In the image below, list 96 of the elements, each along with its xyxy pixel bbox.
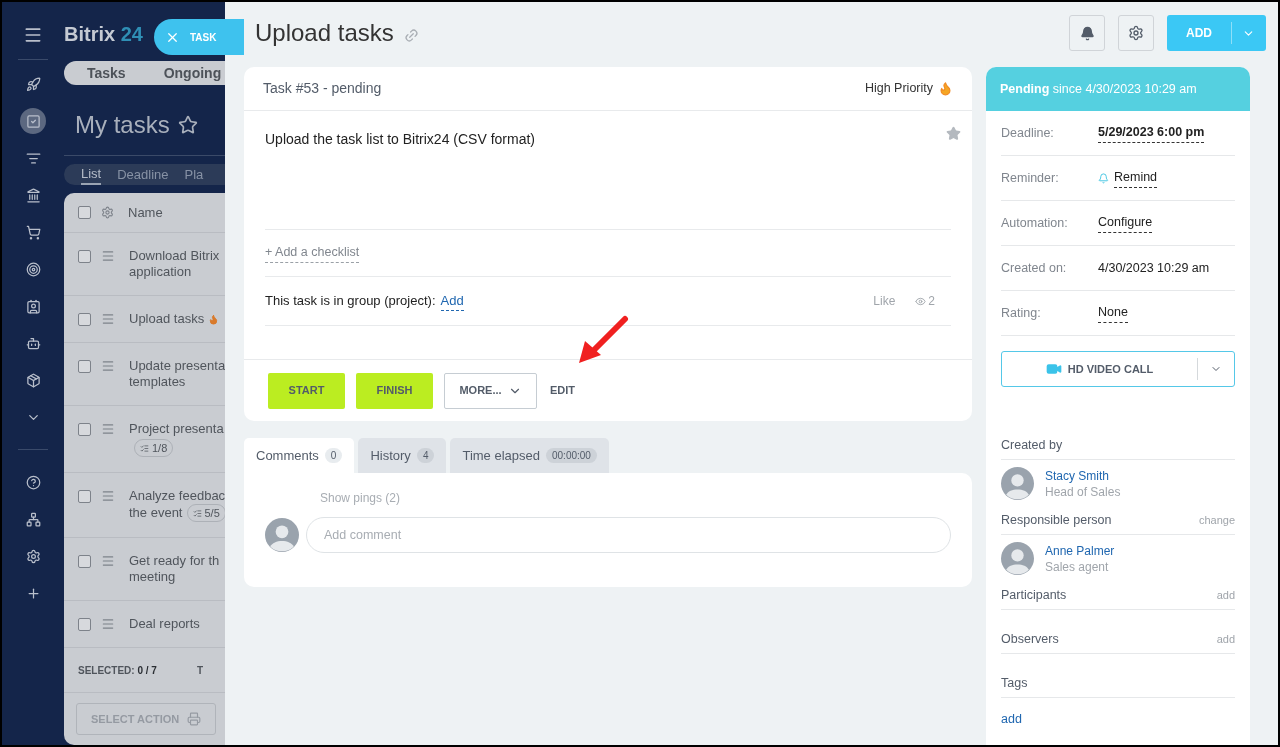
- bell-icon: [1079, 25, 1095, 41]
- settings-button[interactable]: [1118, 15, 1154, 51]
- column-header: Name: [128, 203, 163, 222]
- action-button[interactable]: FINISH: [356, 372, 433, 409]
- task-title[interactable]: Download Bitrix: [129, 248, 220, 264]
- add-checklist-link[interactable]: + Add a checklist: [265, 243, 360, 263]
- star-icon[interactable]: [946, 126, 961, 141]
- section-action-link[interactable]: add: [1216, 631, 1235, 648]
- checkbox[interactable]: [78, 206, 91, 219]
- task-title[interactable]: meeting: [129, 569, 176, 585]
- task-title[interactable]: Upload tasks: [129, 311, 205, 327]
- task-title[interactable]: application: [129, 264, 192, 280]
- field-label: Automation:: [1001, 214, 1069, 232]
- section-title: Tags: [1001, 675, 1028, 693]
- add-tag-link[interactable]: add: [1001, 698, 1235, 729]
- video-camera-icon: [1045, 361, 1062, 377]
- arrow-annotation: [577, 315, 629, 365]
- view-tab[interactable]: Deadline: [117, 164, 169, 184]
- comments-tab[interactable]: History 4: [358, 438, 447, 473]
- checkbox[interactable]: [78, 360, 91, 373]
- top-tab[interactable]: Ongoing: [163, 62, 222, 84]
- video-call-button[interactable]: HD VIDEO CALL: [1001, 351, 1235, 387]
- field-label: Reminder:: [1001, 169, 1060, 187]
- drag-handle-icon[interactable]: [101, 312, 115, 326]
- checkbox[interactable]: [78, 313, 91, 326]
- task-title[interactable]: the event: [129, 505, 183, 521]
- group-label: This task is in group (project):: [265, 292, 436, 311]
- like-link[interactable]: Like: [873, 292, 896, 310]
- section-action-link[interactable]: change: [1198, 512, 1235, 529]
- action-button[interactable]: START: [268, 372, 345, 409]
- drag-handle-icon[interactable]: [101, 249, 115, 263]
- avatar-icon: [1001, 467, 1034, 500]
- task-title[interactable]: Analyze feedbac: [129, 488, 225, 504]
- page-title: My tasks: [75, 110, 170, 141]
- edit-button[interactable]: EDIT: [550, 382, 576, 399]
- checkbox[interactable]: [78, 618, 91, 631]
- person-name[interactable]: Stacy Smith: [1045, 467, 1121, 484]
- total-label: T: [196, 663, 204, 678]
- panel-title: Upload tasks: [255, 18, 394, 48]
- section-action-link[interactable]: add: [1216, 587, 1235, 604]
- checkbox[interactable]: [78, 490, 91, 503]
- eye-icon: [915, 295, 927, 307]
- checkbox[interactable]: [78, 555, 91, 568]
- field-value[interactable]: Configure: [1098, 213, 1153, 233]
- star-icon[interactable]: [177, 115, 198, 136]
- section-title: Responsible person: [1001, 512, 1112, 530]
- more-button[interactable]: MORE...: [444, 372, 537, 409]
- logo: Bitrix 24: [64, 22, 143, 47]
- task-title[interactable]: templates: [129, 374, 186, 390]
- view-tab[interactable]: List: [81, 163, 102, 185]
- selected-count: SELECTED: 0 / 7: [78, 663, 157, 678]
- section-title: Participants: [1001, 587, 1067, 605]
- checkbox-icon[interactable]: [20, 108, 46, 134]
- field-value[interactable]: Remind: [1114, 168, 1158, 188]
- comments-tab[interactable]: Time elapsed 00:00:00: [450, 438, 609, 473]
- person-name[interactable]: Anne Palmer: [1045, 542, 1115, 559]
- priority-label: High Priority: [864, 80, 933, 98]
- comments-tab[interactable]: Comments 0: [244, 438, 355, 473]
- section-title: Observers: [1001, 631, 1059, 649]
- field-label: Deadline:: [1001, 124, 1055, 142]
- checkbox[interactable]: [78, 423, 91, 436]
- task-title[interactable]: Get ready for th: [129, 553, 220, 569]
- task-header: Task #53 - pending: [263, 79, 382, 98]
- notification-button[interactable]: [1069, 15, 1105, 51]
- field-value[interactable]: None: [1098, 303, 1128, 323]
- flame-icon[interactable]: [938, 81, 953, 96]
- task-title[interactable]: Update presenta: [129, 358, 225, 374]
- comment-field[interactable]: Add comment: [306, 517, 951, 553]
- person-role: Head of Sales: [1045, 483, 1121, 500]
- status-banner: Pending since 4/30/2023 10:29 am: [986, 67, 1250, 111]
- field-value[interactable]: 5/29/2023 6:00 pm: [1098, 123, 1205, 143]
- person-role: Sales agent: [1045, 558, 1110, 575]
- field-value: 4/30/2023 10:29 am: [1098, 259, 1210, 277]
- printer-icon: [187, 712, 202, 726]
- task-title[interactable]: Project presenta: [129, 421, 224, 437]
- view-count: 2: [928, 293, 935, 310]
- add-group-link[interactable]: Add: [440, 290, 464, 312]
- drag-handle-icon[interactable]: [101, 489, 115, 503]
- drag-handle-icon[interactable]: [101, 554, 115, 568]
- bell-icon: [1098, 172, 1109, 184]
- top-tab[interactable]: Tasks: [87, 62, 126, 84]
- drag-handle-icon[interactable]: [101, 359, 115, 373]
- checklist-icon: [192, 508, 202, 518]
- drag-handle-icon[interactable]: [101, 422, 115, 436]
- field-label: Created on:: [1001, 259, 1068, 277]
- checkbox[interactable]: [78, 250, 91, 263]
- field-label: Rating:: [1001, 304, 1042, 322]
- task-description: Upload the task list to Bitrix24 (CSV format): [265, 130, 535, 149]
- avatar-icon: [265, 518, 299, 552]
- avatar-icon: [1001, 542, 1034, 575]
- settings-icon: [1128, 25, 1144, 41]
- section-title: Created by: [1001, 437, 1063, 455]
- checklist-icon: [140, 443, 149, 453]
- task-title[interactable]: Deal reports: [129, 616, 200, 632]
- drag-handle-icon[interactable]: [101, 617, 115, 631]
- view-tab[interactable]: Pla: [184, 164, 204, 184]
